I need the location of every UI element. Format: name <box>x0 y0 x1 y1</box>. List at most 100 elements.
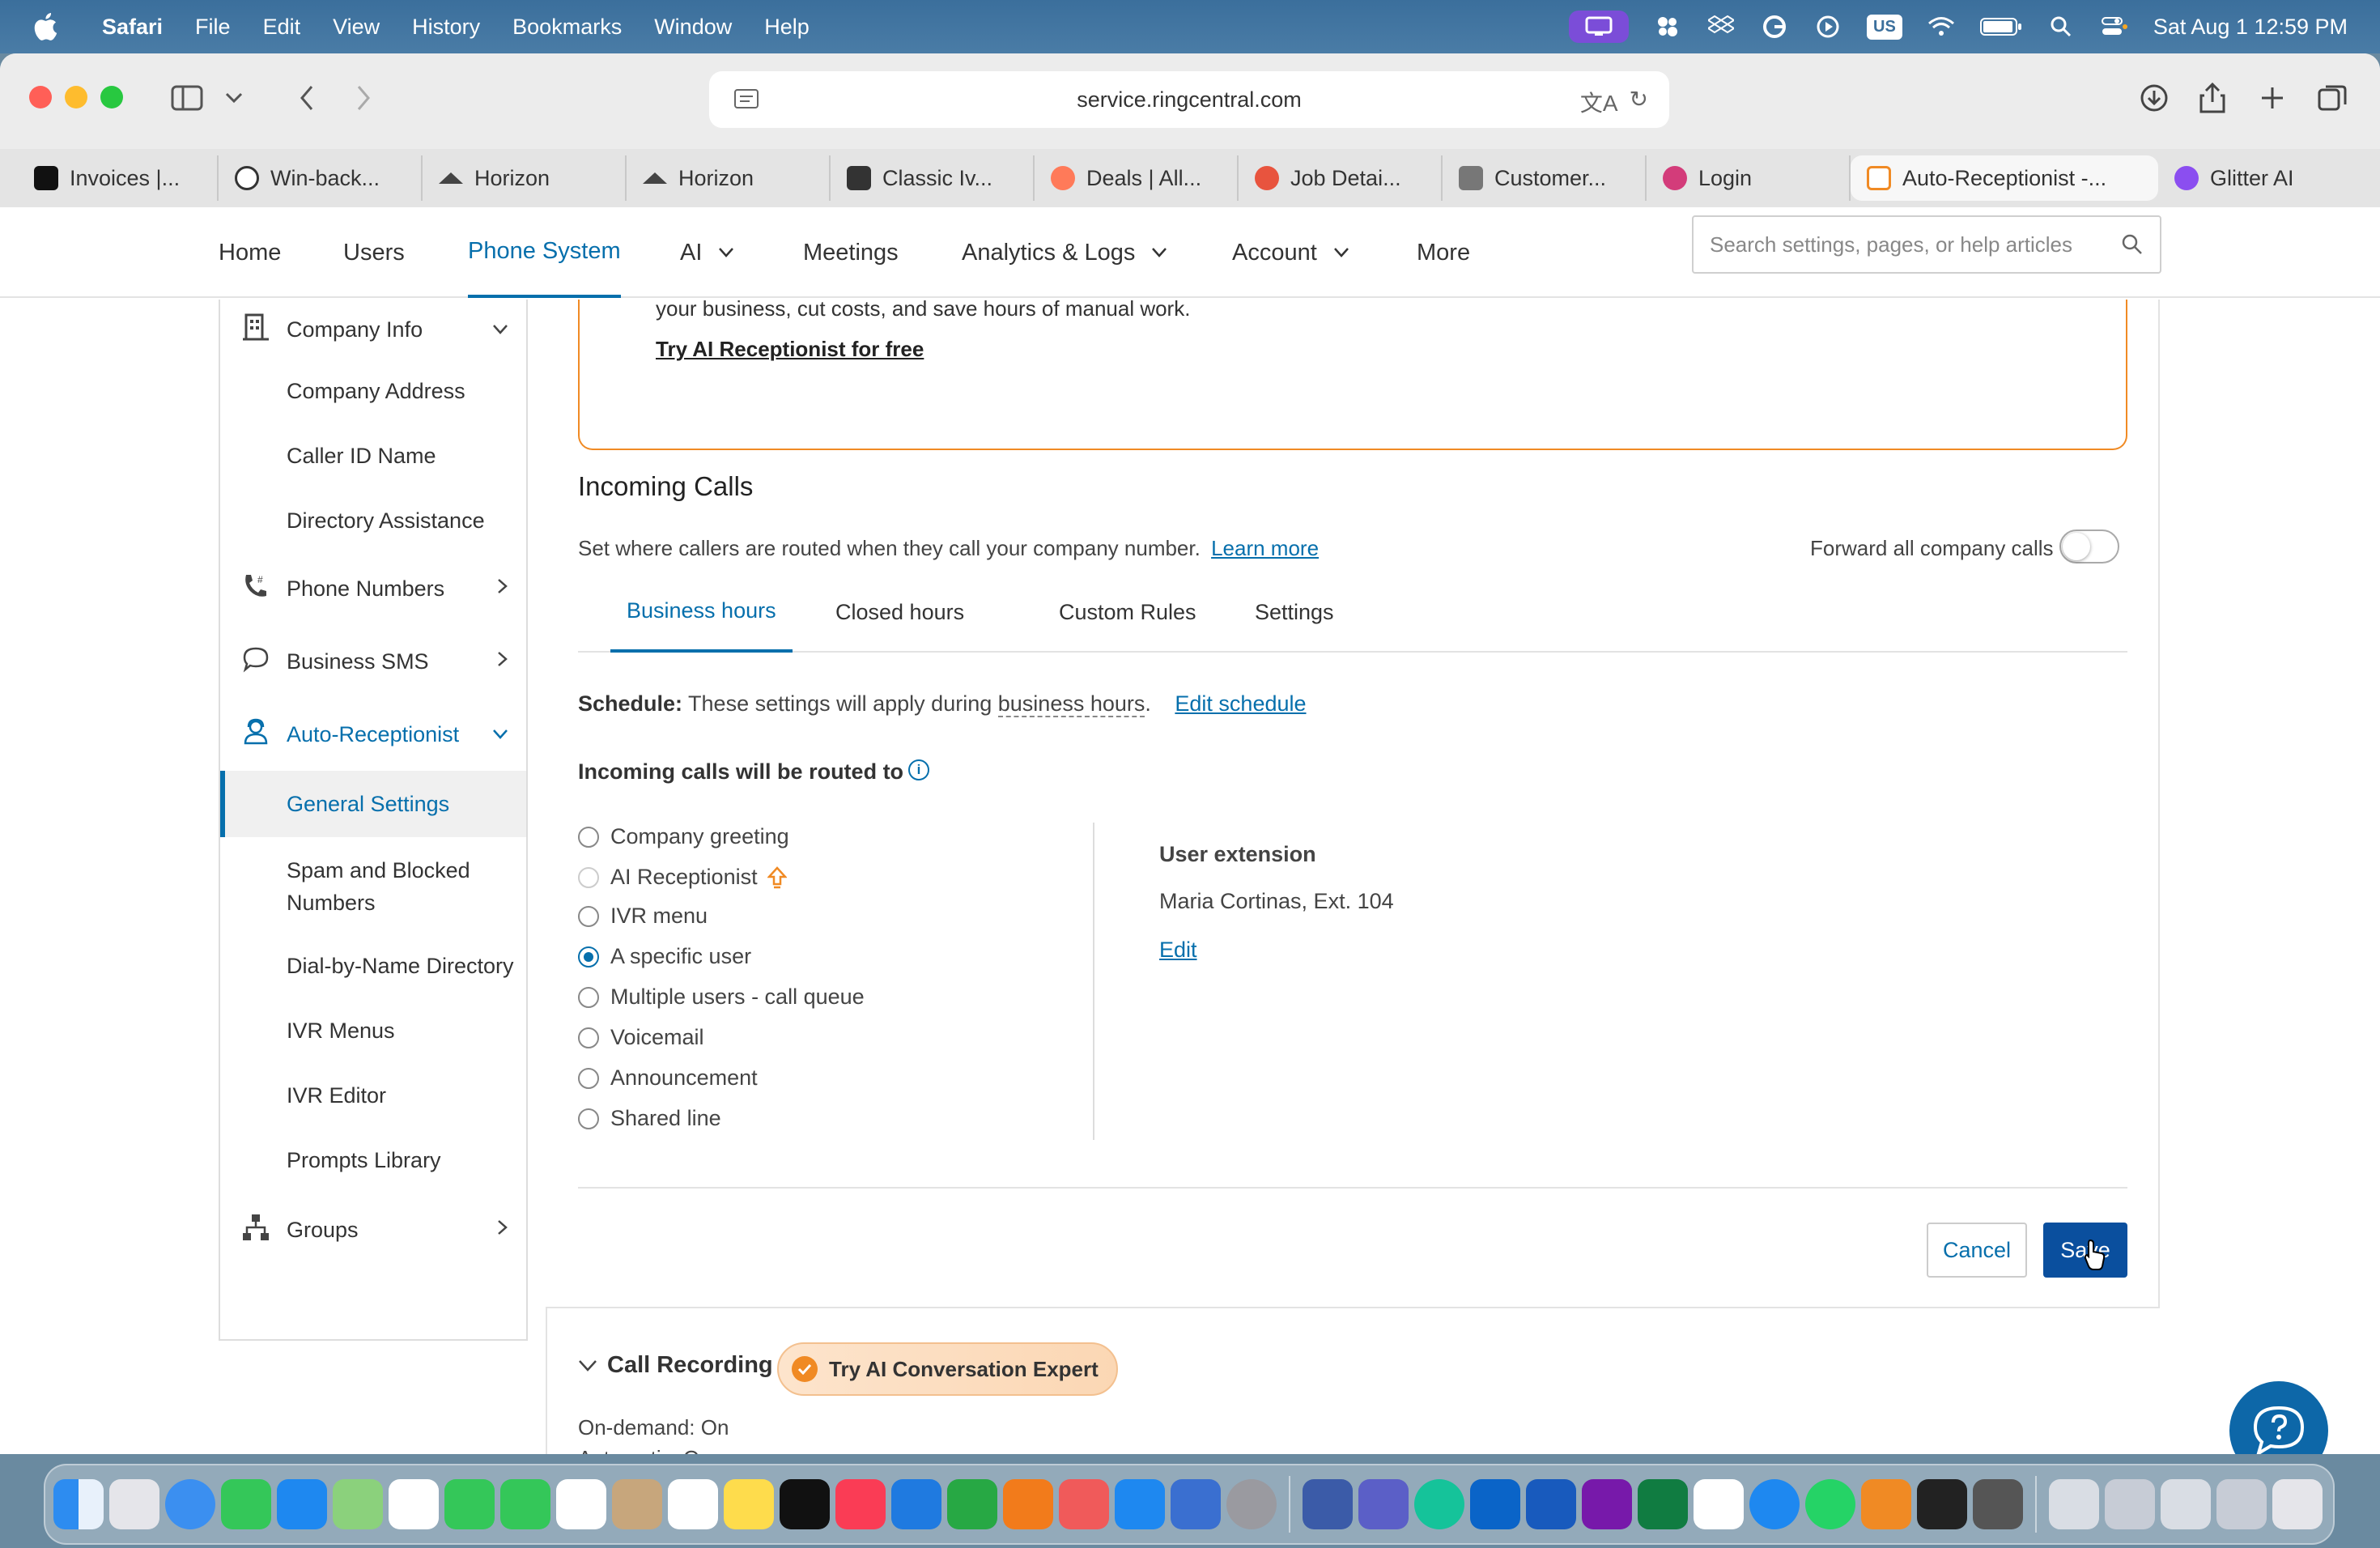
music-icon[interactable] <box>835 1479 886 1529</box>
downloads-icon[interactable] <box>2134 78 2174 118</box>
radio-specific-user[interactable]: A specific user <box>578 944 751 969</box>
radio-button[interactable] <box>578 905 599 927</box>
tab-settings[interactable]: Settings <box>1255 572 1334 653</box>
radio-button-selected[interactable] <box>578 946 599 968</box>
help-chat-button[interactable] <box>2229 1381 2328 1454</box>
folder-icon[interactable] <box>2161 1479 2211 1529</box>
nav-users[interactable]: Users <box>343 207 405 298</box>
mail-icon[interactable] <box>277 1479 327 1529</box>
nav-more[interactable]: More <box>1417 207 1470 298</box>
tab-business-hours[interactable]: Business hours <box>610 572 793 653</box>
app-store-icon[interactable] <box>1115 1479 1165 1529</box>
radio-ai-receptionist[interactable]: AI Receptionist <box>578 865 787 890</box>
chevron-down-icon[interactable] <box>578 1359 597 1372</box>
finder-icon[interactable] <box>53 1479 104 1529</box>
control-center-icon[interactable] <box>2100 15 2129 39</box>
nav-meetings[interactable]: Meetings <box>803 207 899 298</box>
apple-tv-icon[interactable] <box>780 1479 830 1529</box>
menu-bookmarks[interactable]: Bookmarks <box>512 15 622 40</box>
browser-tab[interactable]: Horizon <box>423 155 627 201</box>
sidebar-item-groups[interactable]: Groups <box>220 1200 526 1253</box>
iphone-mirroring-icon[interactable] <box>1171 1479 1221 1529</box>
folder-icon[interactable] <box>2105 1479 2155 1529</box>
back-arrow-icon[interactable] <box>287 78 327 118</box>
keynote-icon[interactable] <box>891 1479 941 1529</box>
calendar-icon[interactable] <box>556 1479 606 1529</box>
grammarly-app-icon[interactable] <box>1414 1479 1464 1529</box>
address-bar[interactable]: service.ringcentral.com 文A ↻ <box>709 71 1669 128</box>
contacts-icon[interactable] <box>612 1479 662 1529</box>
try-ai-receptionist-link[interactable]: Try AI Receptionist for free <box>656 337 924 362</box>
menubar-clock[interactable]: Sat Aug 1 12:59 PM <box>2153 15 2348 40</box>
sidebar-item-business-sms[interactable]: Business SMS <box>220 632 526 685</box>
learn-more-link[interactable]: Learn more <box>1211 536 1319 560</box>
radio-button[interactable] <box>578 826 599 848</box>
tab-overview-icon[interactable] <box>2312 78 2352 118</box>
screen-mirror-icon[interactable] <box>1569 11 1630 43</box>
app-icon[interactable] <box>1694 1479 1744 1529</box>
tab-custom-rules[interactable]: Custom Rules <box>1059 572 1196 653</box>
browser-tab[interactable]: Classic Iv... <box>831 155 1035 201</box>
sidebar-item-prompts-library[interactable]: Prompts Library <box>220 1133 526 1182</box>
maps-icon[interactable] <box>333 1479 383 1529</box>
forward-all-calls-toggle[interactable] <box>2059 529 2119 563</box>
safari-icon[interactable] <box>165 1479 215 1529</box>
radio-shared-line[interactable]: Shared line <box>578 1106 721 1131</box>
wifi-icon[interactable] <box>1927 15 1956 39</box>
radio-button[interactable] <box>578 1027 599 1048</box>
nav-analytics-logs[interactable]: Analytics & Logs <box>962 207 1167 298</box>
word-icon[interactable] <box>1526 1479 1576 1529</box>
excel-icon[interactable] <box>1638 1479 1688 1529</box>
reminders-icon[interactable] <box>668 1479 718 1529</box>
cluster-icon[interactable] <box>1653 15 1682 39</box>
launchpad-icon[interactable] <box>109 1479 159 1529</box>
sidebar-item-phone-numbers[interactable]: # Phone Numbers <box>220 559 526 612</box>
play-icon[interactable] <box>1813 15 1842 39</box>
nav-phone-system[interactable]: Phone System <box>468 207 621 298</box>
browser-tab[interactable]: Job Detai... <box>1239 155 1443 201</box>
sidebar-item-auto-receptionist[interactable]: Auto-Receptionist <box>220 704 526 758</box>
calculator-icon[interactable] <box>1973 1479 2023 1529</box>
menu-window[interactable]: Window <box>654 15 732 40</box>
share-icon[interactable] <box>2192 78 2233 118</box>
apple-icon[interactable] <box>31 11 63 43</box>
radio-ivr-menu[interactable]: IVR menu <box>578 904 708 929</box>
search-input[interactable]: Search settings, pages, or help articles <box>1692 215 2161 274</box>
folder-icon[interactable] <box>2216 1479 2267 1529</box>
sidebar-item-company-address[interactable]: Company Address <box>220 364 526 413</box>
edit-schedule-link[interactable]: Edit schedule <box>1175 691 1306 716</box>
nav-ai[interactable]: AI <box>680 207 734 298</box>
nav-home[interactable]: Home <box>219 207 281 298</box>
app-icon[interactable] <box>1917 1479 1967 1529</box>
sidebar-item-directory-assistance[interactable]: Directory Assistance <box>220 494 526 542</box>
try-ai-conversation-expert-button[interactable]: Try AI Conversation Expert <box>777 1342 1118 1396</box>
photos-icon[interactable] <box>389 1479 439 1529</box>
facetime-icon[interactable] <box>444 1479 495 1529</box>
sidebar-item-caller-id-name[interactable]: Caller ID Name <box>220 429 526 478</box>
menu-history[interactable]: History <box>412 15 480 40</box>
menu-help[interactable]: Help <box>764 15 810 40</box>
reload-icon[interactable]: ↻ <box>1630 86 1648 118</box>
outlook-icon[interactable] <box>1470 1479 1520 1529</box>
search-icon[interactable] <box>2121 233 2144 256</box>
minimize-window-button[interactable] <box>65 86 87 108</box>
radio-voicemail[interactable]: Voicemail <box>578 1025 704 1050</box>
numbers-icon[interactable] <box>947 1479 997 1529</box>
site-settings-icon[interactable] <box>733 87 759 112</box>
sidebar-item-spam-blocked-numbers[interactable]: Spam and Blocked Numbers <box>220 850 526 923</box>
system-settings-icon[interactable] <box>1226 1479 1277 1529</box>
radio-button[interactable] <box>578 1067 599 1089</box>
phone-icon[interactable] <box>500 1479 550 1529</box>
sidebar-item-general-settings[interactable]: General Settings <box>220 771 526 837</box>
forward-arrow-icon[interactable] <box>343 78 384 118</box>
radio-button[interactable] <box>578 1108 599 1129</box>
quicktime-icon[interactable] <box>1749 1479 1800 1529</box>
menu-view[interactable]: View <box>333 15 380 40</box>
whatsapp-icon[interactable] <box>1805 1479 1855 1529</box>
pages-icon[interactable] <box>1003 1479 1053 1529</box>
browser-tab[interactable]: Horizon <box>627 155 831 201</box>
browser-tab[interactable]: Deals | All... <box>1035 155 1239 201</box>
trash-icon[interactable] <box>2272 1479 2323 1529</box>
spotlight-icon[interactable] <box>2046 15 2076 39</box>
new-tab-plus-icon[interactable] <box>2252 78 2293 118</box>
